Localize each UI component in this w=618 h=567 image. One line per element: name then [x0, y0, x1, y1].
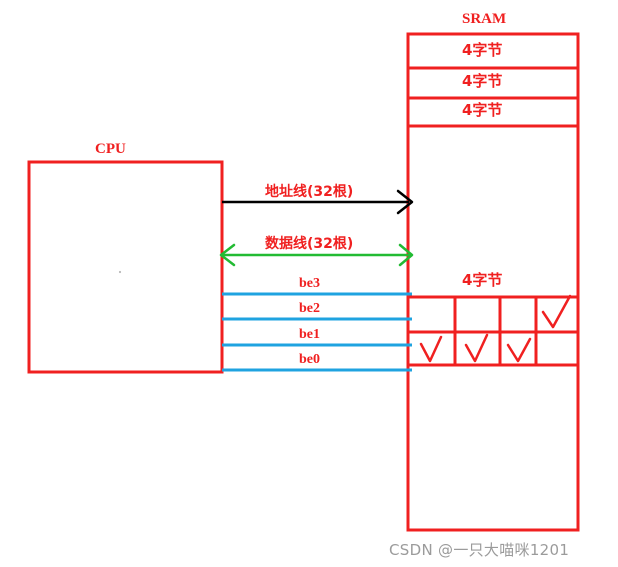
sram-title: SRAM: [462, 11, 507, 27]
sram-row-label-1: 4字节: [462, 41, 503, 59]
cpu-title: CPU: [95, 141, 126, 157]
data-bus-label: 数据线(32根): [265, 236, 354, 252]
byte-enable-label-be2: be2: [299, 301, 320, 316]
check-icon-row2-cell2: [464, 333, 489, 363]
cpu-interior-dot: [118, 270, 122, 274]
check-icon-row1-cell4: [541, 294, 572, 329]
byte-enable-label-be1: be1: [299, 327, 320, 342]
sram-row-label-4: 4字节: [462, 271, 503, 289]
sram-row-label-2: 4字节: [462, 72, 503, 90]
cpu-box: [27, 160, 224, 374]
check-icon-row2-cell1: [419, 335, 443, 363]
byte-enable-label-be0: be0: [299, 352, 320, 367]
byte-enable-label-be3: be3: [299, 276, 320, 291]
check-icon-row2-cell3: [506, 337, 532, 363]
csdn-watermark: CSDN @一只大喵咪1201: [389, 541, 570, 559]
address-bus-label: 地址线(32根): [265, 184, 354, 200]
sram-row-label-3: 4字节: [462, 101, 503, 119]
